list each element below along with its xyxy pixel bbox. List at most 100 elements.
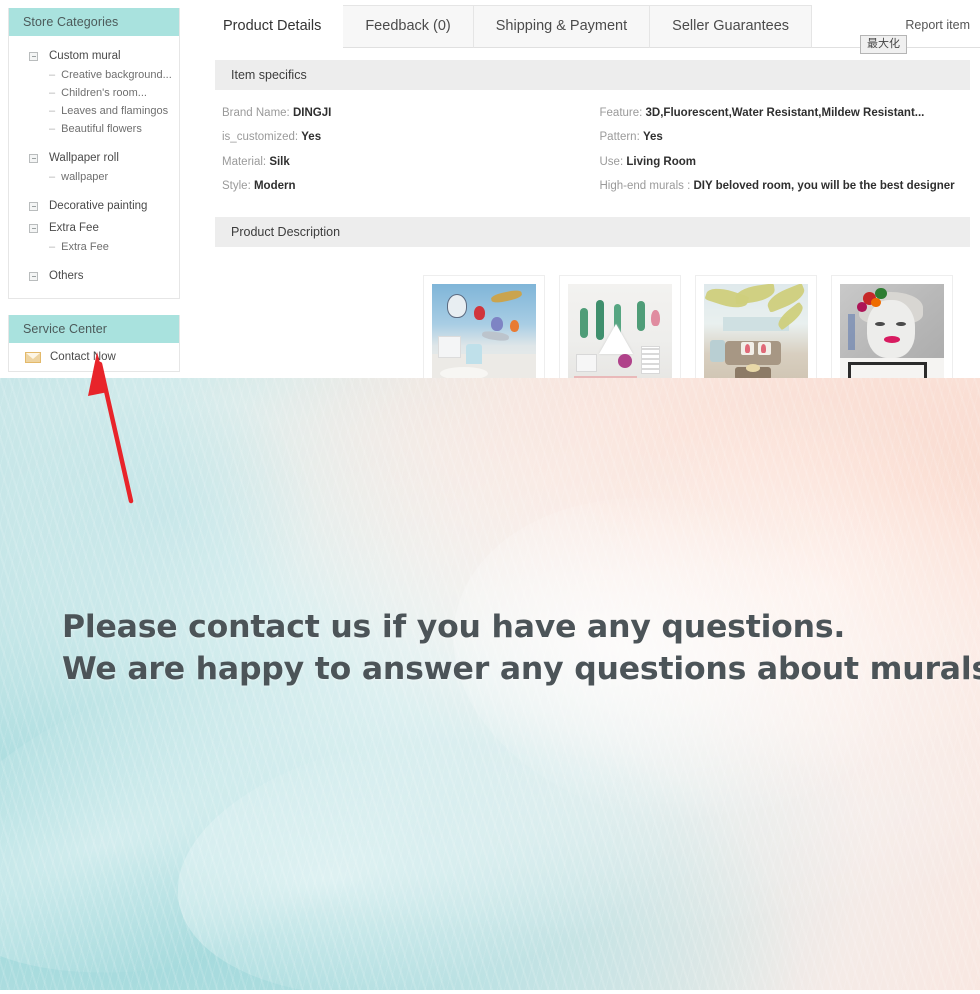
banner-line-2: We are happy to answer any questions abo… bbox=[62, 651, 980, 687]
sidebar-subitem-childrens-room[interactable]: – Children's room... bbox=[9, 84, 179, 102]
spec-row: Pattern: Yes bbox=[600, 126, 971, 150]
top-content-area: Store Categories Custom mural – Creative… bbox=[0, 0, 980, 393]
sidebar-subitem-creative-background[interactable]: – Creative background... bbox=[9, 66, 179, 84]
service-center-panel: Service Center Contact Now bbox=[8, 315, 180, 372]
sidebar-subitem-leaves-and-flamingos[interactable]: – Leaves and flamingos bbox=[9, 102, 179, 120]
mural-image-cactus bbox=[568, 284, 672, 384]
spec-row: Style: Modern bbox=[222, 175, 593, 199]
sidebar-item-wallpaper-roll[interactable]: Wallpaper roll bbox=[9, 148, 179, 168]
subcategory-label: Leaves and flamingos bbox=[61, 105, 169, 117]
contact-now-label: Contact Now bbox=[50, 351, 116, 363]
subcategory-label: Extra Fee bbox=[61, 241, 109, 253]
store-categories-panel: Store Categories Custom mural – Creative… bbox=[8, 8, 180, 299]
tab-seller-guarantees[interactable]: Seller Guarantees bbox=[650, 5, 813, 48]
report-item-link[interactable]: Report item bbox=[905, 18, 970, 32]
spec-value: Yes bbox=[301, 131, 322, 144]
collapse-box-icon[interactable] bbox=[29, 153, 38, 163]
spec-key: is_customized: bbox=[222, 131, 299, 144]
spec-key: Brand Name: bbox=[222, 107, 290, 119]
product-description-header: Product Description bbox=[215, 217, 970, 247]
main-content: Product Details Feedback (0) Shipping & … bbox=[205, 0, 980, 393]
spec-key: Feature: bbox=[599, 107, 643, 119]
product-thumbnail[interactable] bbox=[695, 275, 817, 393]
category-group: Others bbox=[9, 266, 179, 286]
contact-banner: Please contact us if you have any questi… bbox=[0, 378, 980, 994]
service-center-list: Contact Now bbox=[9, 343, 179, 371]
store-categories-title: Store Categories bbox=[9, 8, 179, 36]
mural-image-marilyn bbox=[840, 284, 944, 384]
contact-now-button[interactable]: Contact Now bbox=[9, 343, 179, 371]
collapse-box-icon[interactable] bbox=[29, 271, 38, 281]
product-thumbnail[interactable] bbox=[423, 275, 545, 393]
spec-key: Pattern: bbox=[599, 131, 640, 144]
banner-line-1: Please contact us if you have any questi… bbox=[62, 609, 846, 645]
tab-list: Product Details Feedback (0) Shipping & … bbox=[205, 5, 813, 48]
spec-row: Feature: 3D,Fluorescent,Water Resistant,… bbox=[600, 102, 971, 126]
mural-image-balloons bbox=[432, 284, 536, 384]
category-label: Others bbox=[49, 270, 84, 282]
spec-value: 3D,Fluorescent,Water Resistant,Mildew Re… bbox=[645, 107, 925, 119]
spec-key: Style: bbox=[222, 179, 251, 192]
tab-feedback[interactable]: Feedback (0) bbox=[343, 5, 474, 48]
subcategory-label: wallpaper bbox=[61, 171, 109, 183]
spec-value: Yes bbox=[642, 131, 663, 144]
mural-image-palm-sea bbox=[704, 284, 808, 384]
tab-shipping-payment[interactable]: Shipping & Payment bbox=[473, 5, 651, 48]
spec-row: Brand Name: DINGJI bbox=[222, 102, 593, 126]
tab-product-details[interactable]: Product Details bbox=[205, 6, 344, 48]
banner-text: Please contact us if you have any questi… bbox=[62, 606, 980, 690]
dash-icon: – bbox=[49, 241, 56, 253]
sidebar-item-custom-mural[interactable]: Custom mural bbox=[9, 46, 179, 66]
category-label: Decorative painting bbox=[49, 200, 148, 212]
sidebar-subitem-extra-fee[interactable]: – Extra Fee bbox=[9, 238, 179, 256]
dash-icon: – bbox=[49, 69, 56, 81]
spec-value: Living Room bbox=[626, 155, 696, 168]
item-specifics-grid: Brand Name: DINGJI is_customized: Yes Ma… bbox=[205, 90, 980, 205]
sidebar-item-extra-fee[interactable]: Extra Fee bbox=[9, 218, 179, 238]
category-group: Wallpaper roll – wallpaper bbox=[9, 148, 179, 186]
collapse-box-icon[interactable] bbox=[29, 223, 38, 233]
product-thumbnail-row bbox=[205, 247, 980, 393]
subcategory-label: Children's room... bbox=[61, 87, 147, 99]
envelope-icon bbox=[25, 351, 41, 363]
dash-icon: – bbox=[49, 123, 56, 135]
spec-key: Use: bbox=[599, 155, 624, 168]
maximize-tooltip: 最大化 bbox=[860, 35, 907, 54]
category-label: Custom mural bbox=[49, 50, 121, 62]
spec-value: DINGJI bbox=[292, 107, 332, 119]
list-spacer bbox=[9, 258, 179, 266]
sidebar-item-decorative-painting[interactable]: Decorative painting bbox=[9, 196, 179, 216]
dash-icon: – bbox=[49, 105, 56, 117]
spec-value: Silk bbox=[269, 155, 290, 168]
category-label: Extra Fee bbox=[49, 222, 99, 234]
dash-icon: – bbox=[49, 171, 56, 183]
spec-row: Use: Living Room bbox=[600, 151, 971, 175]
spec-value: Modern bbox=[253, 179, 296, 192]
spec-row: Material: Silk bbox=[222, 151, 593, 175]
spec-row: is_customized: Yes bbox=[222, 126, 593, 150]
category-group: Custom mural – Creative background... – … bbox=[9, 46, 179, 138]
store-categories-list: Custom mural – Creative background... – … bbox=[9, 36, 179, 298]
sidebar-subitem-beautiful-flowers[interactable]: – Beautiful flowers bbox=[9, 120, 179, 138]
product-thumbnail[interactable] bbox=[559, 275, 681, 393]
item-specifics-right-column: Feature: 3D,Fluorescent,Water Resistant,… bbox=[593, 102, 971, 199]
dash-icon: – bbox=[49, 87, 56, 99]
spec-row: High-end murals : DIY beloved room, you … bbox=[600, 175, 971, 199]
sidebar-subitem-wallpaper[interactable]: – wallpaper bbox=[9, 168, 179, 186]
category-group: Extra Fee – Extra Fee bbox=[9, 218, 179, 256]
collapse-box-icon[interactable] bbox=[29, 51, 38, 61]
list-spacer bbox=[9, 140, 179, 148]
spec-key: High-end murals : bbox=[599, 179, 691, 192]
sidebar-item-others[interactable]: Others bbox=[9, 266, 179, 286]
spec-key: Material: bbox=[222, 155, 267, 168]
category-group: Decorative painting bbox=[9, 196, 179, 216]
banner-bottom-edge bbox=[0, 990, 980, 994]
collapse-box-icon[interactable] bbox=[29, 201, 38, 211]
list-spacer bbox=[9, 188, 179, 196]
service-center-title: Service Center bbox=[9, 315, 179, 343]
product-thumbnail[interactable] bbox=[831, 275, 953, 393]
spec-value: DIY beloved room, you will be the best d… bbox=[693, 179, 955, 192]
subcategory-label: Beautiful flowers bbox=[61, 123, 142, 135]
category-label: Wallpaper roll bbox=[49, 152, 119, 164]
sidebar: Store Categories Custom mural – Creative… bbox=[8, 8, 180, 388]
